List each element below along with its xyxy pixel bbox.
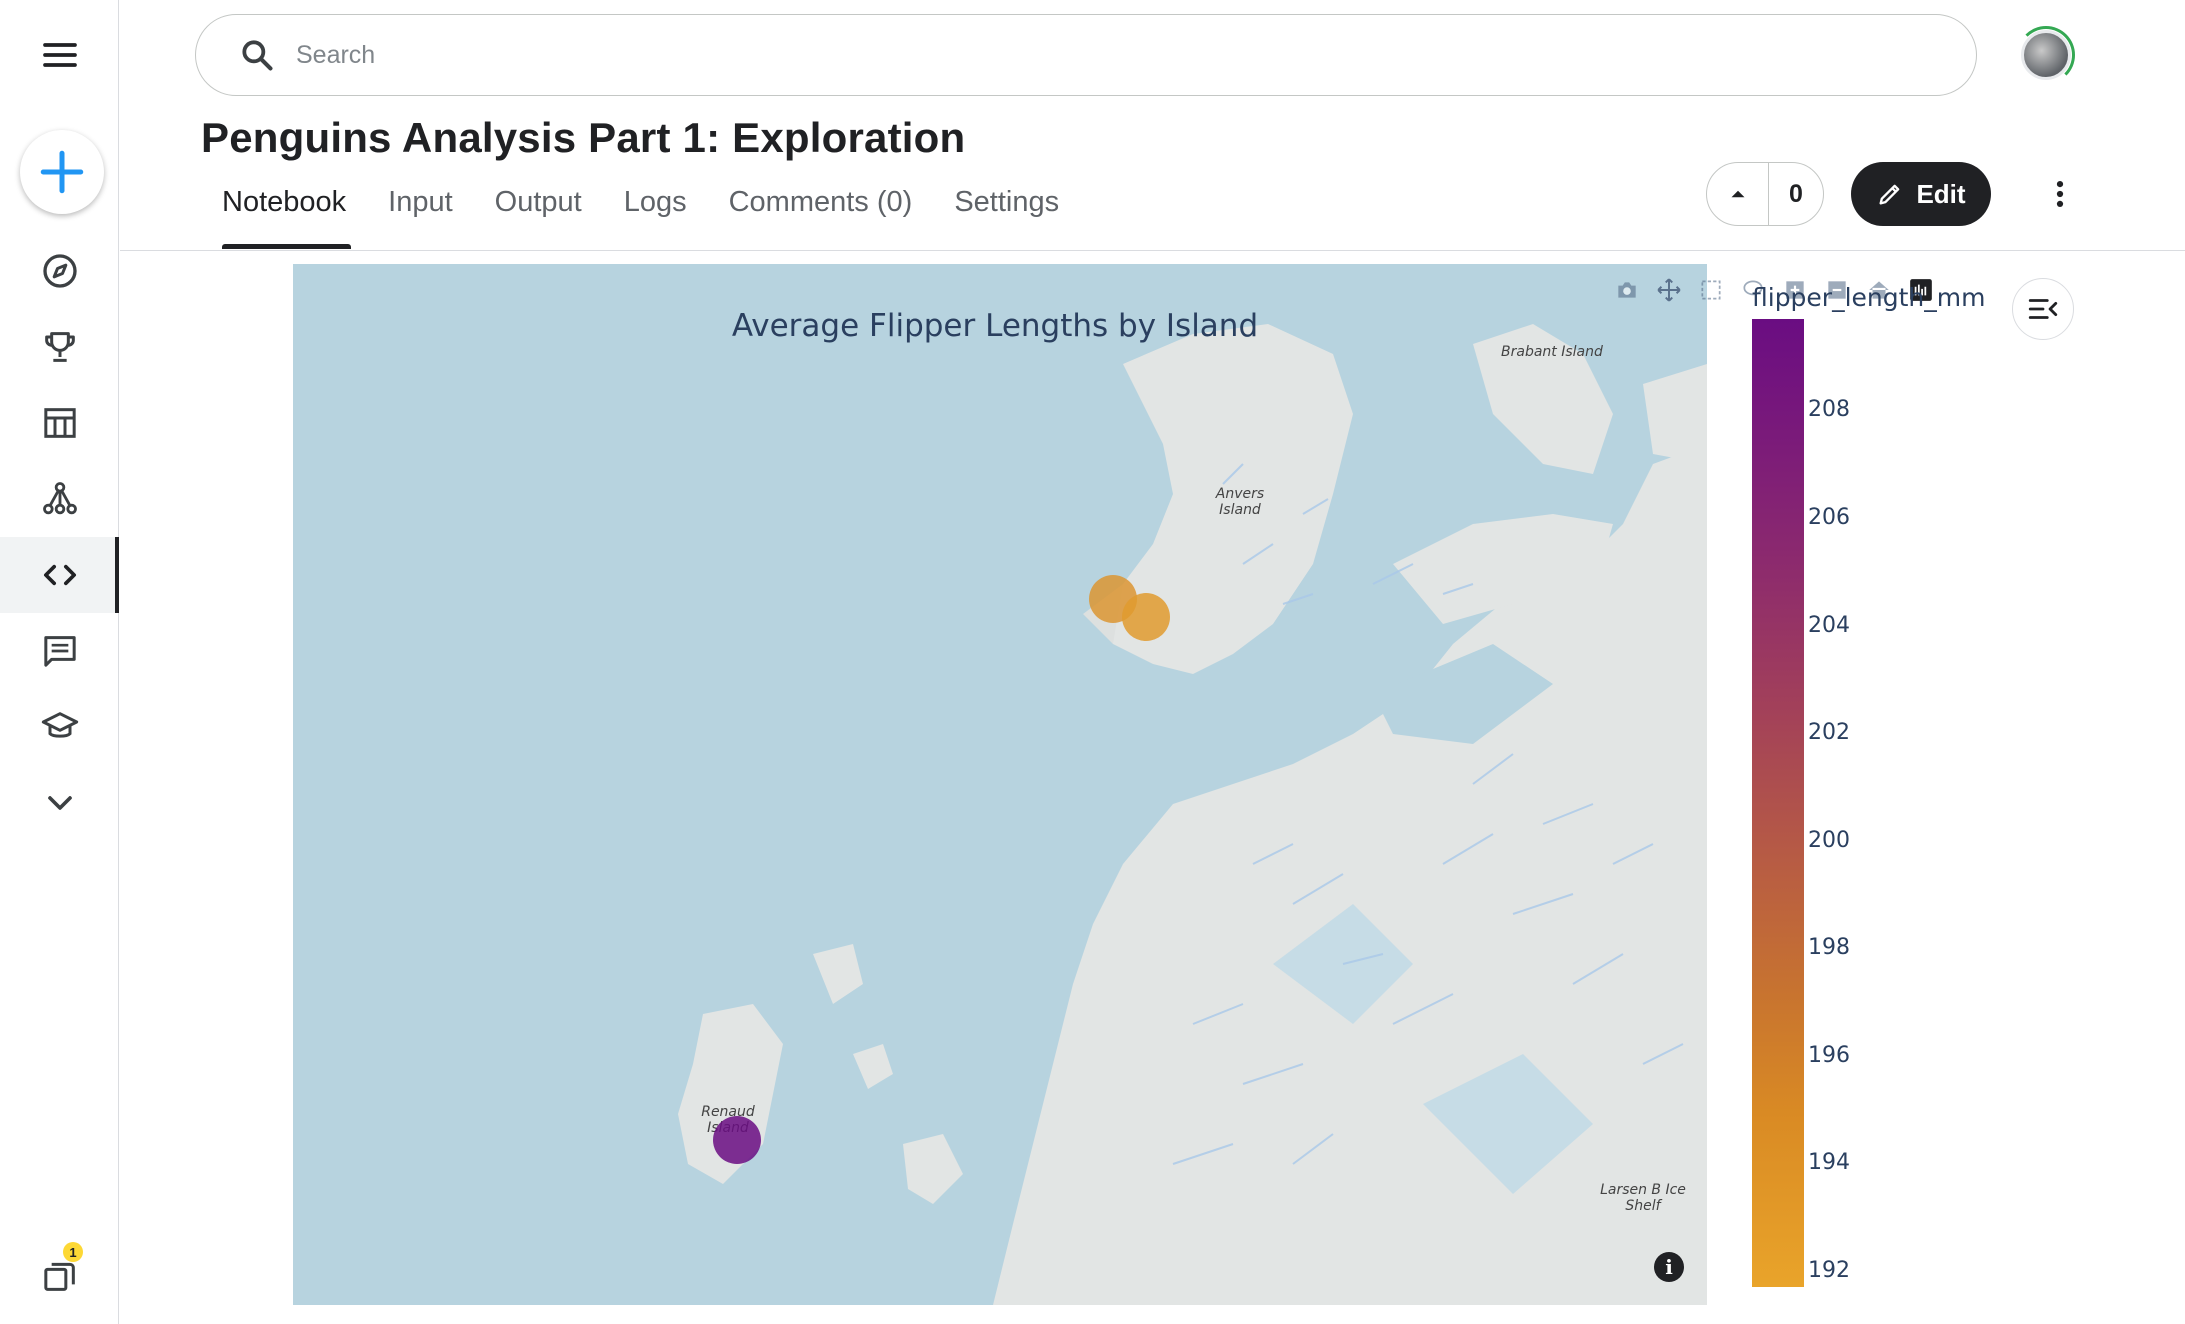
- comments-icon[interactable]: [0, 613, 119, 689]
- box-select-icon[interactable]: [1696, 275, 1726, 305]
- colorbar-tick-label: 202: [1808, 720, 1850, 746]
- learn-icon[interactable]: [0, 689, 119, 765]
- camera-icon[interactable]: [1612, 275, 1642, 305]
- tab-output[interactable]: Output: [495, 186, 582, 250]
- notebook-tabs: Notebook Input Output Logs Comments (0) …: [201, 186, 1059, 250]
- more-options-button[interactable]: [2040, 166, 2080, 222]
- vote-count: 0: [1789, 179, 1803, 208]
- colorbar: [1752, 319, 1804, 1287]
- colorbar-tick-label: 192: [1808, 1257, 1850, 1283]
- search-input[interactable]: [296, 40, 1796, 70]
- toc-collapse-icon: [2028, 299, 2058, 319]
- vote-widget: 0: [1706, 162, 1824, 226]
- plus-icon: [40, 150, 84, 194]
- colorbar-tick-label: 198: [1808, 935, 1850, 961]
- tab-input[interactable]: Input: [388, 186, 453, 250]
- create-button[interactable]: [20, 130, 104, 214]
- more-vert-icon: [2056, 180, 2064, 208]
- search-bar[interactable]: [195, 14, 1977, 96]
- pan-icon[interactable]: [1654, 275, 1684, 305]
- tab-notebook[interactable]: Notebook: [222, 186, 346, 250]
- code-icon[interactable]: [0, 537, 119, 613]
- map-attribution-info-button[interactable]: i: [1654, 1252, 1684, 1282]
- colorbar-tick-label: 200: [1808, 827, 1850, 853]
- colorbar-tick-label: 206: [1808, 504, 1850, 530]
- colorbar-title: flipper_length_mm: [1752, 283, 1986, 312]
- colorbar-tick-label: 196: [1808, 1042, 1850, 1068]
- notification-badge: 1: [63, 1242, 83, 1262]
- map-plot[interactable]: Brabant Island Anvers Island Renaud Isla…: [293, 264, 1707, 1305]
- table-icon[interactable]: [0, 385, 119, 461]
- avatar[interactable]: [2021, 30, 2071, 80]
- colorbar-tick-label: 204: [1808, 612, 1850, 638]
- trophy-icon[interactable]: [0, 309, 119, 385]
- data-point-marker[interactable]: [713, 1116, 761, 1164]
- colorbar-tick-label: 194: [1808, 1150, 1850, 1176]
- pencil-icon: [1879, 184, 1900, 205]
- chevron-down-icon[interactable]: [0, 765, 119, 841]
- menu-icon[interactable]: [0, 17, 119, 93]
- notifications-icon[interactable]: [0, 1238, 119, 1314]
- active-tab-indicator: [222, 244, 351, 249]
- data-point-marker[interactable]: [1122, 593, 1170, 641]
- page-title: Penguins Analysis Part 1: Exploration: [201, 114, 966, 161]
- models-icon[interactable]: [0, 461, 119, 537]
- search-icon: [242, 40, 273, 71]
- tab-logs[interactable]: Logs: [624, 186, 687, 250]
- colorbar-tick-label: 208: [1808, 397, 1850, 423]
- compass-icon[interactable]: [0, 233, 119, 309]
- upvote-button[interactable]: [1707, 163, 1769, 225]
- edit-button[interactable]: Edit: [1851, 162, 1991, 226]
- caret-up-icon: [1731, 190, 1744, 198]
- edit-button-label: Edit: [1916, 178, 1966, 209]
- left-sidebar: 1: [0, 0, 119, 1324]
- tab-settings[interactable]: Settings: [954, 186, 1059, 250]
- table-of-contents-button[interactable]: [2012, 278, 2074, 340]
- header-divider: [120, 250, 2185, 251]
- tab-comments[interactable]: Comments (0): [729, 186, 913, 250]
- data-points-layer: [713, 575, 1170, 1164]
